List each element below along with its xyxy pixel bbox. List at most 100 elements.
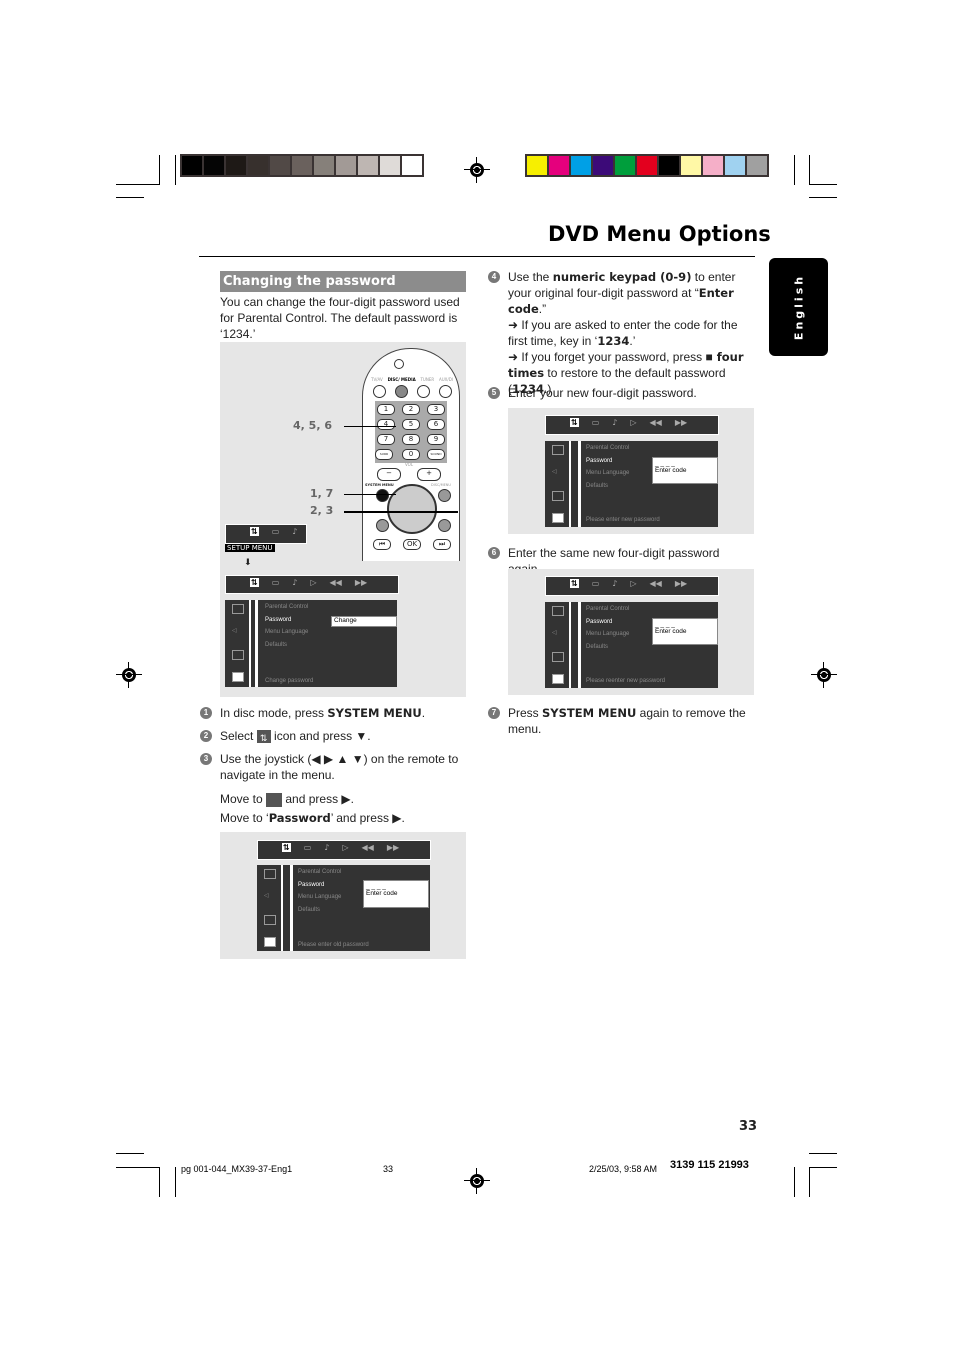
menu-item-defaults[interactable]: Defaults: [298, 907, 320, 913]
menu-item-password[interactable]: Password: [298, 882, 324, 888]
osd-divider: [290, 865, 293, 951]
label-tuner: TUNER: [420, 377, 435, 382]
key-7[interactable]: 7: [377, 434, 395, 445]
color-swatch: [270, 156, 290, 175]
crop-mark: [175, 155, 176, 185]
aux-button[interactable]: [439, 385, 452, 398]
crop-mark: [116, 1153, 144, 1154]
menu-item-menu-language[interactable]: Menu Language: [265, 629, 308, 635]
osd-sidebar: ◁: [257, 865, 283, 951]
disc-menu-button[interactable]: [438, 489, 451, 502]
menu-item-defaults[interactable]: Defaults: [586, 483, 608, 489]
language-tab-label: English: [792, 273, 805, 341]
osd-top-bar: ⇅ ▭ ♪ ▷ ◀◀ ▶▶: [225, 575, 399, 594]
footer-page: 33: [383, 1164, 394, 1174]
menu-item-parental-control[interactable]: Parental Control: [265, 604, 308, 610]
speaker-icon: ◁: [232, 627, 237, 634]
menu-item-parental-control[interactable]: Parental Control: [586, 445, 629, 451]
system-menu-label: SYSTEM MENU: [365, 483, 394, 487]
step-number: 6: [488, 547, 500, 559]
button-name: SYSTEM MENU: [327, 706, 422, 720]
menu-item-menu-language[interactable]: Menu Language: [298, 894, 341, 900]
button-name: SYSTEM MENU: [542, 706, 637, 720]
step-text: ’ and press ▶.: [330, 811, 405, 825]
surround-button[interactable]: SURR: [375, 449, 393, 460]
osd-icon-row: ⇅ ▭ ♪ ▷ ◀◀ ▶▶: [570, 579, 687, 588]
note-text: .’: [629, 334, 636, 348]
osd-figure-new-password: ⇅ ▭ ♪ ▷ ◀◀ ▶▶ ◁ Parental Control Password Men…: [508, 408, 754, 534]
menu-item-password[interactable]: Password: [586, 458, 612, 464]
color-swatch: [571, 156, 591, 175]
callout-leader: [344, 426, 396, 427]
color-swatch: [226, 156, 246, 175]
ok-button[interactable]: OK: [403, 539, 421, 550]
title-rule: [199, 256, 755, 257]
display-icon: ▭: [591, 418, 600, 427]
crop-mark: [809, 1167, 837, 1168]
key-6[interactable]: 6: [427, 419, 445, 430]
label-tv-av: TV/AV: [371, 377, 383, 382]
language-tab: English: [769, 258, 828, 356]
color-swatch: [615, 156, 635, 175]
menu-item-password[interactable]: Password: [265, 617, 291, 623]
display-icon: ▭: [591, 579, 600, 588]
seating-button[interactable]: [376, 519, 389, 532]
vol-up-button[interactable]: +: [417, 468, 441, 481]
key-3[interactable]: 3: [427, 404, 445, 415]
disc-media-button[interactable]: [395, 385, 408, 398]
key-2[interactable]: 2: [402, 404, 420, 415]
menu-item-parental-control[interactable]: Parental Control: [298, 869, 341, 875]
change-option-box[interactable]: Change: [331, 616, 397, 627]
key-9[interactable]: 9: [427, 434, 445, 445]
crop-mark: [175, 1167, 176, 1197]
key-8[interactable]: 8: [402, 434, 420, 445]
enter-code-box[interactable]: _ _ _ _ Enter code: [363, 880, 429, 908]
step-text: Move to ‘: [220, 811, 269, 825]
play-icon: ▷: [342, 843, 349, 852]
tuner-button[interactable]: [417, 385, 430, 398]
vol-down-button[interactable]: −: [377, 468, 401, 481]
step-7: 7 Press SYSTEM MENU again to remove the …: [488, 705, 754, 737]
prev-button[interactable]: ⏮: [373, 539, 391, 550]
osd-menu-screen: ◁ Parental Control Password Menu Languag…: [225, 600, 397, 687]
crop-mark: [809, 155, 810, 185]
step-number: 5: [488, 387, 500, 399]
osd-status-text: Please enter new password: [586, 517, 660, 523]
key-5[interactable]: 5: [402, 419, 420, 430]
tv-av-button[interactable]: [373, 385, 386, 398]
menu-item-menu-language[interactable]: Menu Language: [586, 631, 629, 637]
step-text: icon and press ▼.: [270, 729, 371, 743]
menu-item-menu-language[interactable]: Menu Language: [586, 470, 629, 476]
step-text: Move to: [220, 792, 267, 806]
next-button[interactable]: ⏭: [433, 539, 451, 550]
grayscale-swatch-bar: [180, 154, 424, 177]
system-menu-button[interactable]: [376, 489, 389, 502]
menu-item-defaults[interactable]: Defaults: [265, 642, 287, 648]
crop-mark: [116, 197, 144, 198]
key-0[interactable]: 0: [402, 449, 420, 460]
button-name: numeric keypad (0-9): [552, 270, 692, 284]
setup-menu-label: SETUP MENU: [225, 544, 275, 552]
preferences-icon: [264, 937, 276, 947]
remote-figure-panel: TV/AV DISC/ MEDIA TUNER AUX/DI 1 2 3 4 5…: [220, 342, 466, 697]
audio-icon: ♪: [292, 527, 298, 536]
crop-mark: [809, 1153, 837, 1154]
key-4[interactable]: 4: [377, 419, 395, 430]
menu-item-password[interactable]: Password: [586, 619, 612, 625]
menu-item-defaults[interactable]: Defaults: [586, 644, 608, 650]
enter-code-box[interactable]: _ _ _ _ Enter code: [652, 457, 718, 484]
preferences-icon: [552, 674, 564, 684]
code-placeholder: _ _ _ _: [366, 883, 386, 890]
enter-code-box[interactable]: _ _ _ _ Enter code: [652, 618, 718, 645]
callout-leader: [344, 494, 396, 495]
registration-mark-icon: [811, 662, 837, 688]
color-swatch: [681, 156, 701, 175]
fast-forward-icon: ▶▶: [674, 579, 688, 588]
key-1[interactable]: 1: [377, 404, 395, 415]
zoom-button[interactable]: [438, 519, 451, 532]
sound-button[interactable]: SOUND: [427, 449, 445, 460]
menu-item-parental-control[interactable]: Parental Control: [586, 606, 629, 612]
default-code: 1234: [597, 334, 630, 348]
joystick[interactable]: [387, 484, 437, 534]
parental-icon: [552, 445, 564, 455]
